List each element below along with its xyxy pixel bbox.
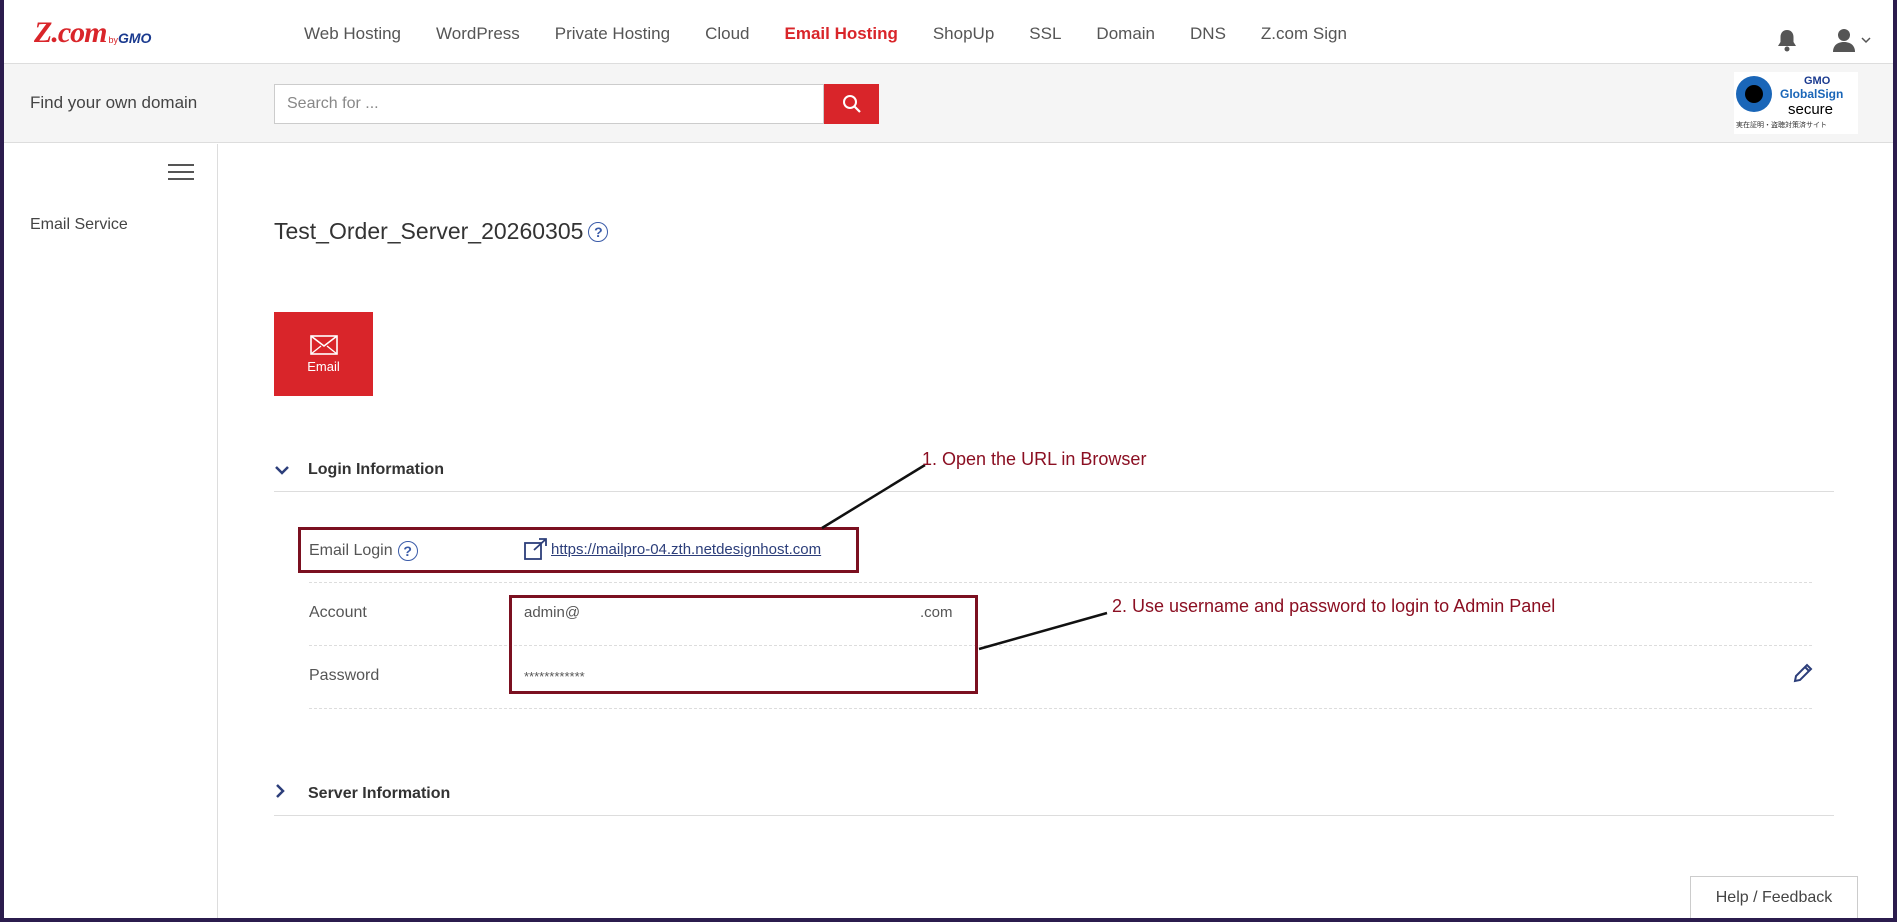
annotation-step-1: 1. Open the URL in Browser (922, 449, 1147, 469)
annotation-step-2: 2. Use username and password to login to… (1112, 596, 1556, 616)
help-feedback-button[interactable]: Help / Feedback (1690, 876, 1858, 918)
